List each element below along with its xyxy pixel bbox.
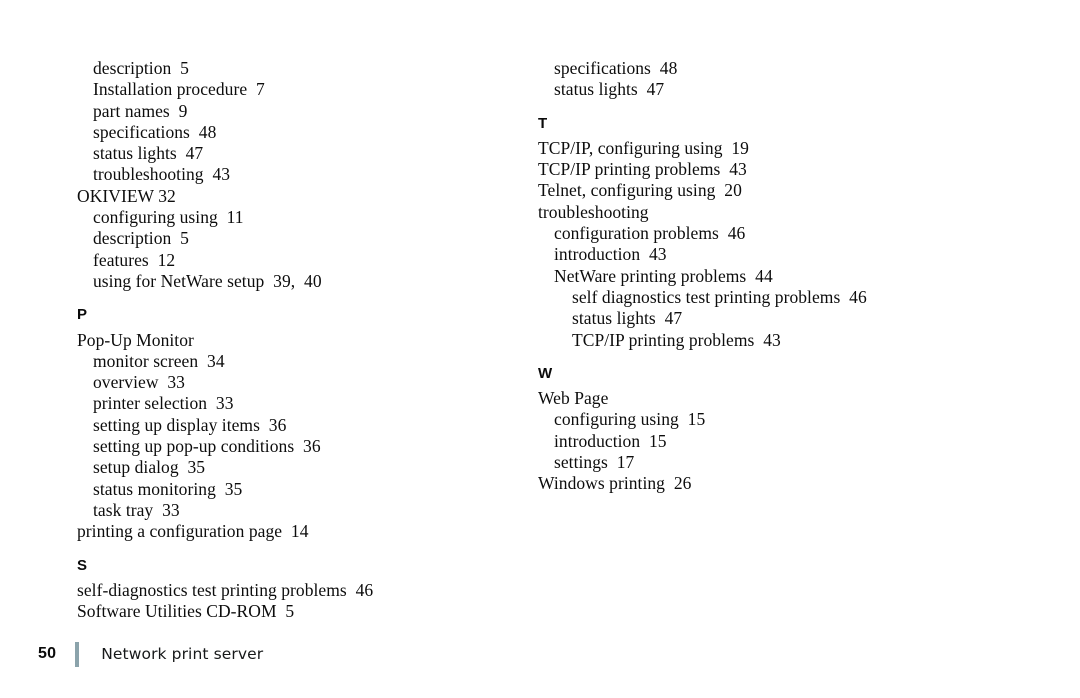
index-entry: TCP/IP printing problems 43 (538, 159, 747, 180)
index-entry: OKIVIEW 32 (77, 185, 176, 206)
index-entry: setting up pop-up conditions 36 (93, 436, 321, 457)
index-entry: using for NetWare setup 39, 40 (93, 270, 322, 291)
index-entry: Windows printing 26 (538, 473, 692, 494)
index-entry: monitor screen 34 (93, 350, 225, 371)
index-entry: specifications 48 (554, 58, 678, 78)
index-entry: self-diagnostics test printing problems … (77, 579, 374, 600)
index-entry: Pop-Up Monitor (77, 329, 194, 350)
index-entry: TCP/IP printing problems 43 (572, 329, 781, 350)
index-entry: status lights 47 (93, 143, 204, 164)
index-entry: status lights 47 (572, 308, 683, 329)
index-entry: setup dialog 35 (93, 457, 206, 478)
index-entry: status lights 47 (554, 79, 665, 100)
index-entry: self diagnostics test printing problems … (572, 286, 867, 307)
index-entry: part names 9 (93, 100, 188, 121)
index-entry: features 12 (93, 249, 176, 270)
index-entry: specifications 48 (93, 121, 217, 142)
index-entry: overview 33 (93, 372, 185, 393)
footer-title: Network print server (101, 645, 264, 663)
index-entry: setting up display items 36 (93, 414, 287, 435)
footer-divider (75, 641, 80, 667)
index-column-right: specifications 48 status lights 47 T TCP/IP… (538, 58, 998, 495)
index-entry: configuration problems 46 (554, 223, 746, 244)
index-entry: configuring using 15 (554, 409, 706, 430)
index-letter-heading: T (538, 114, 548, 132)
index-entry: printer selection 33 (93, 393, 234, 414)
index-letter-heading: W (538, 364, 553, 382)
index-entry: introduction 43 (554, 244, 667, 265)
index-entry: printing a configuration page 14 (77, 521, 309, 542)
index-entry: troubleshooting (538, 201, 649, 222)
index-entry: troubleshooting 43 (93, 164, 231, 185)
index-entry: description 5 (93, 58, 189, 78)
index-entry: TCP/IP, configuring using 19 (538, 137, 749, 158)
index-letter-heading: S (77, 556, 88, 574)
index-entry: Web Page (538, 388, 609, 409)
index-entry: status monitoring 35 (93, 478, 243, 499)
index-entry: Installation procedure 7 (93, 79, 265, 100)
index-entry: NetWare printing problems 44 (554, 265, 773, 286)
index-entry: settings 17 (554, 452, 635, 473)
index-column-left: description 5 Installation procedure 7 par… (77, 58, 477, 622)
index-entry: description 5 (93, 228, 189, 249)
page-footer: 50 Network print server (38, 640, 263, 668)
index-entry: configuring using 11 (93, 207, 244, 228)
index-entry: Software Utilities CD-ROM 5 (77, 601, 295, 622)
index-entry: task tray 33 (93, 499, 180, 520)
index-letter-heading: P (77, 306, 88, 324)
index-entry: Telnet, configuring using 20 (538, 180, 742, 201)
page-number: 50 (38, 645, 57, 662)
index-page: description 5 Installation procedure 7 par… (0, 0, 1080, 698)
index-entry: introduction 15 (554, 430, 667, 451)
